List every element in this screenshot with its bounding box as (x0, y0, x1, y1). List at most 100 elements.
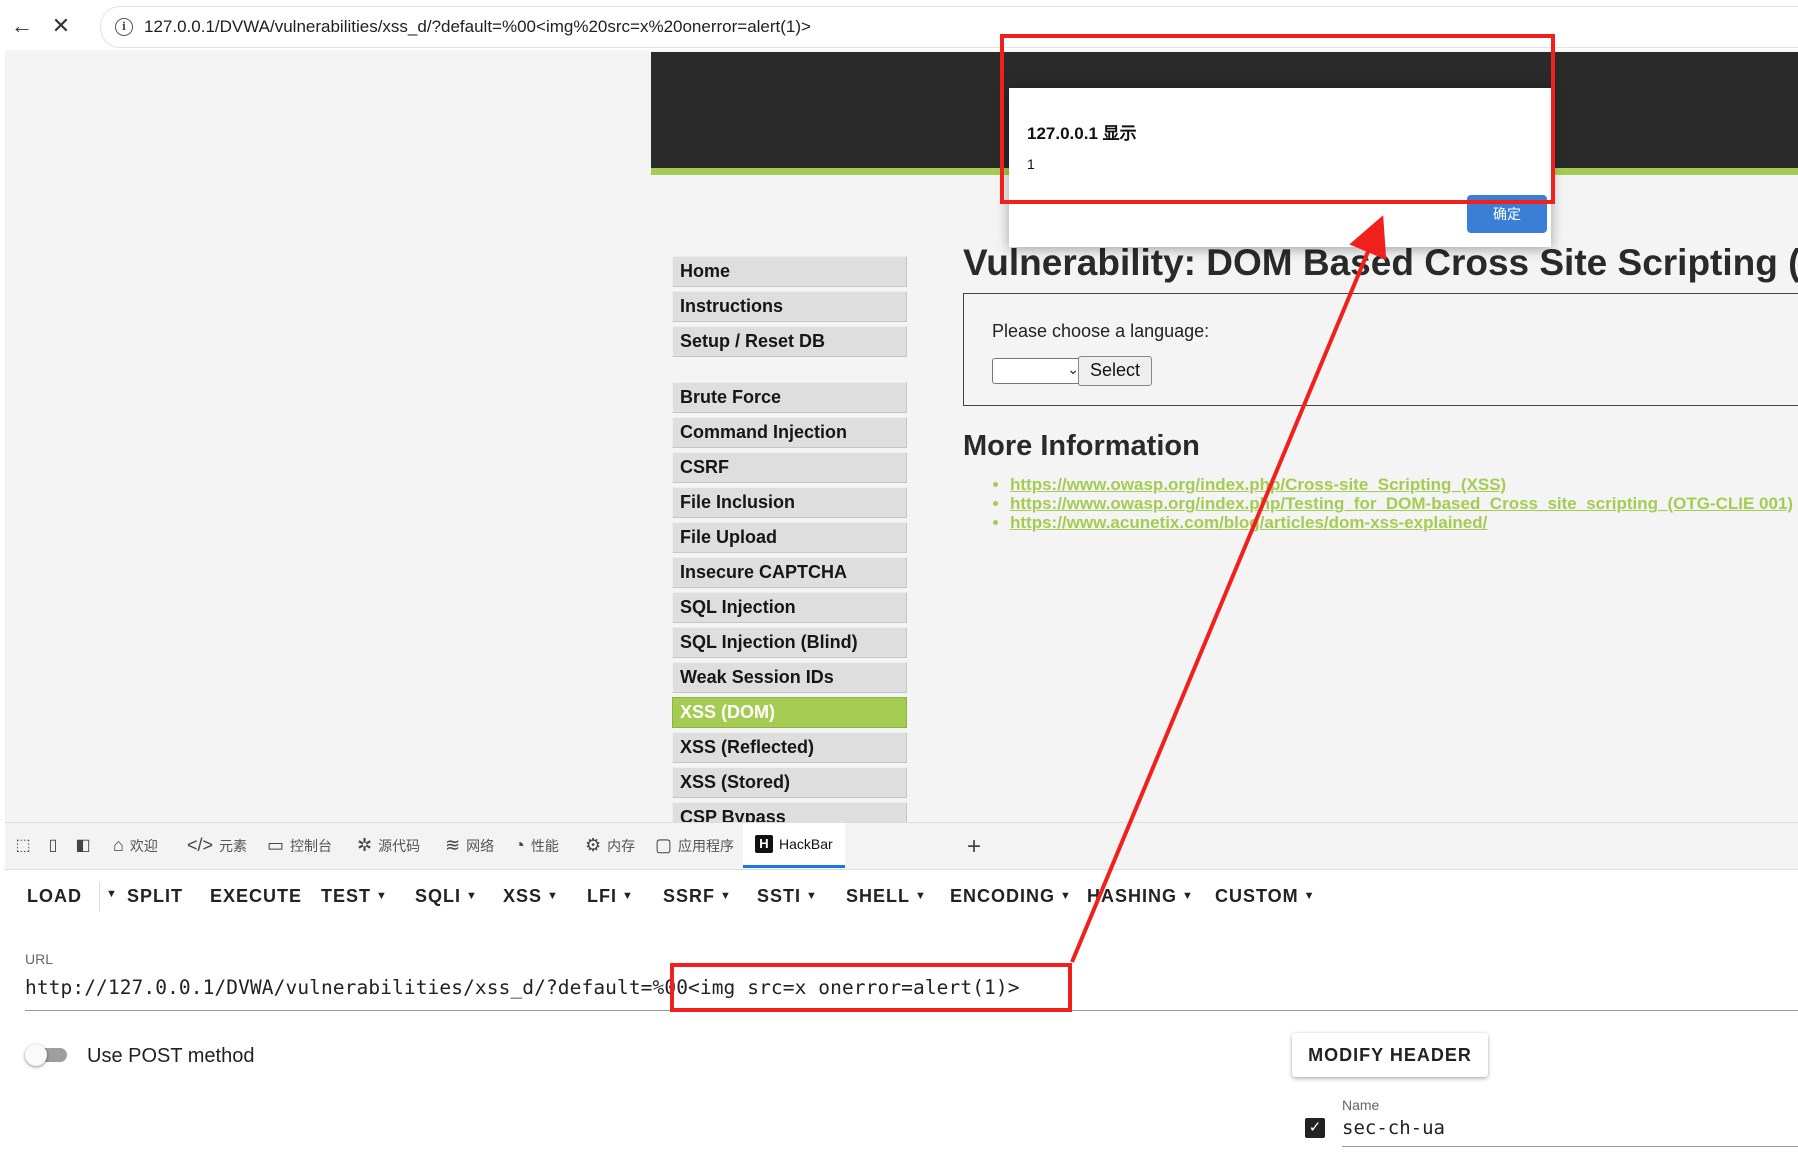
split-button[interactable]: SPLIT (127, 886, 183, 907)
more-info-link[interactable]: https://www.owasp.org/index.php/Testing_… (1010, 494, 1793, 513)
menu-item-brute-force[interactable]: Brute Force (672, 382, 907, 413)
wifi-icon: ≋ (445, 835, 461, 855)
tab-application[interactable]: ▢ 应用程序 (655, 823, 734, 868)
menu-item-setup-reset-db[interactable]: Setup / Reset DB (672, 326, 907, 357)
caret-down-icon: ▼ (376, 890, 388, 902)
menu-group: Brute Force Command Injection CSRF File Inc… (672, 382, 907, 822)
sqli-button[interactable]: SQLI ▼ (415, 886, 478, 907)
tab-label: 网络 (466, 837, 495, 854)
caret-down-icon: ▼ (547, 890, 559, 902)
button-label: SSTI (757, 886, 802, 906)
xss-button[interactable]: XSS ▼ (503, 886, 559, 907)
divider (99, 882, 100, 912)
hashing-button[interactable]: HASHING ▼ (1087, 886, 1194, 907)
modify-header-button[interactable]: MODIFY HEADER (1292, 1033, 1488, 1077)
tab-label: 欢迎 (129, 837, 158, 854)
button-label: SPLIT (127, 886, 184, 906)
application-icon: ▢ (655, 835, 673, 855)
encoding-button[interactable]: ENCODING ▼ (950, 886, 1072, 907)
tab-performance[interactable]: ◔ 性能 (514, 823, 559, 868)
tab-bug[interactable]: ✲ 源代码 (357, 823, 420, 868)
menu-item-weak-session-ids[interactable]: Weak Session IDs (672, 662, 907, 693)
button-label: HASHING (1087, 886, 1178, 906)
dock-icon[interactable]: ◧ (72, 835, 94, 857)
load-dropdown-icon[interactable]: ▼ (106, 888, 117, 900)
more-info-link[interactable]: https://www.acunetix.com/blog/articles/d… (1010, 513, 1487, 532)
button-label: SSRF (663, 886, 716, 906)
menu-group: Home Instructions Setup / Reset DB (672, 256, 907, 357)
menu-item-csp-bypass[interactable]: CSP Bypass (672, 802, 907, 822)
tab-hackbar[interactable]: H HackBar (743, 823, 845, 868)
custom-button[interactable]: CUSTOM ▼ (1215, 886, 1316, 907)
tab-code[interactable]: </> 元素 (187, 823, 247, 868)
menu-item-file-upload[interactable]: File Upload (672, 522, 907, 553)
back-arrow-icon[interactable]: ← (6, 10, 38, 42)
menu-item-sql-injection[interactable]: SQL Injection (672, 592, 907, 623)
button-label: EXECUTE (210, 886, 303, 906)
devtools-tab-bar: ⬚ ▯ ◧ ⌂ 欢迎 </> 元素 ▭ 控制台 ✲ 源代码 ≋ 网络 ◔ 性能 ⚙ 内存 ▢ 应用程序 H H… (5, 822, 1798, 870)
annotation-payload-highlight (670, 963, 1072, 1012)
menu-item-csrf[interactable]: CSRF (672, 452, 907, 483)
more-info-heading: More Information (963, 430, 1200, 462)
caret-down-icon: ▼ (915, 890, 927, 902)
button-label: LFI (587, 886, 617, 906)
button-label: TEST (321, 886, 372, 906)
test-button[interactable]: TEST ▼ (321, 886, 388, 907)
menu-item-home[interactable]: Home (672, 256, 907, 287)
memory-icon: ⚙ (585, 835, 602, 855)
hackbar-logo-icon: H (755, 835, 773, 853)
dvwa-menu: Home Instructions Setup / Reset DB Brute Fo… (672, 256, 907, 822)
post-method-label: Use POST method (87, 1045, 255, 1067)
tab-wifi[interactable]: ≋ 网络 (445, 823, 494, 868)
ssti-button[interactable]: SSTI ▼ (757, 886, 818, 907)
more-info-link[interactable]: https://www.owasp.org/index.php/Cross-si… (1010, 475, 1506, 494)
device-toolbar-icon[interactable]: ▯ (42, 835, 64, 857)
inspect-icon[interactable]: ⬚ (12, 835, 34, 857)
execute-button[interactable]: EXECUTE (210, 886, 302, 907)
header-enabled-checkbox[interactable]: ✓ (1305, 1118, 1325, 1138)
ssrf-button[interactable]: SSRF ▼ (663, 886, 732, 907)
menu-item-sql-injection-blind[interactable]: SQL Injection (Blind) (672, 627, 907, 658)
shell-button[interactable]: SHELL ▼ (846, 886, 927, 907)
header-name-input[interactable]: sec-ch-ua (1342, 1114, 1798, 1147)
site-info-icon[interactable]: i (115, 18, 133, 36)
list-item: https://www.owasp.org/index.php/Cross-si… (1010, 476, 1798, 494)
lfi-button[interactable]: LFI ▼ (587, 886, 634, 907)
list-item: https://www.acunetix.com/blog/articles/d… (1010, 514, 1798, 532)
post-method-toggle[interactable] (25, 1044, 69, 1066)
stop-loading-icon[interactable]: ✕ (45, 10, 77, 42)
menu-item-instructions[interactable]: Instructions (672, 291, 907, 322)
hackbar-toolbar: ▼ LOAD SPLIT EXECUTE TEST ▼ SQLI ▼ XSS ▼ LFI ▼ SSRF… (5, 872, 1798, 927)
performance-icon: ◔ (514, 835, 525, 855)
page-title: Vulnerability: DOM Based Cross Site Scri… (963, 242, 1798, 283)
tab-memory[interactable]: ⚙ 内存 (585, 823, 635, 868)
menu-item-xss-dom[interactable]: XSS (DOM) (672, 697, 907, 728)
language-select[interactable]: ⌄ (992, 358, 1086, 384)
home-icon: ⌂ (113, 835, 124, 855)
load-button[interactable]: LOAD (27, 886, 82, 907)
menu-item-command-injection[interactable]: Command Injection (672, 417, 907, 448)
list-item: https://www.owasp.org/index.php/Testing_… (1010, 495, 1798, 513)
menu-item-xss-reflected[interactable]: XSS (Reflected) (672, 732, 907, 763)
add-tab-icon[interactable]: + (967, 833, 981, 861)
caret-down-icon: ▼ (1303, 890, 1316, 902)
annotation-alert-highlight (1000, 34, 1555, 204)
tab-label: 源代码 (378, 837, 421, 854)
menu-item-insecure-captcha[interactable]: Insecure CAPTCHA (672, 557, 907, 588)
menu-item-xss-stored[interactable]: XSS (Stored) (672, 767, 907, 798)
button-label: XSS (503, 886, 543, 906)
url-label: URL (25, 951, 54, 967)
address-bar-url[interactable]: 127.0.0.1/DVWA/vulnerabilities/xss_d/?de… (144, 17, 811, 37)
menu-item-file-inclusion[interactable]: File Inclusion (672, 487, 907, 518)
tab-home[interactable]: ⌂ 欢迎 (113, 823, 158, 868)
tab-console[interactable]: ▭ 控制台 (267, 823, 332, 868)
tab-label: 内存 (607, 837, 636, 854)
language-form: Please choose a language: ⌄ Select (963, 293, 1798, 406)
header-name-value[interactable]: sec-ch-ua (1342, 1117, 1445, 1139)
language-label: Please choose a language: (992, 321, 1210, 341)
select-button[interactable]: Select (1078, 356, 1152, 386)
tab-label: 元素 (219, 837, 248, 854)
header-name-label: Name (1342, 1097, 1380, 1113)
caret-down-icon: ▼ (720, 890, 732, 902)
button-label: SHELL (846, 886, 911, 906)
